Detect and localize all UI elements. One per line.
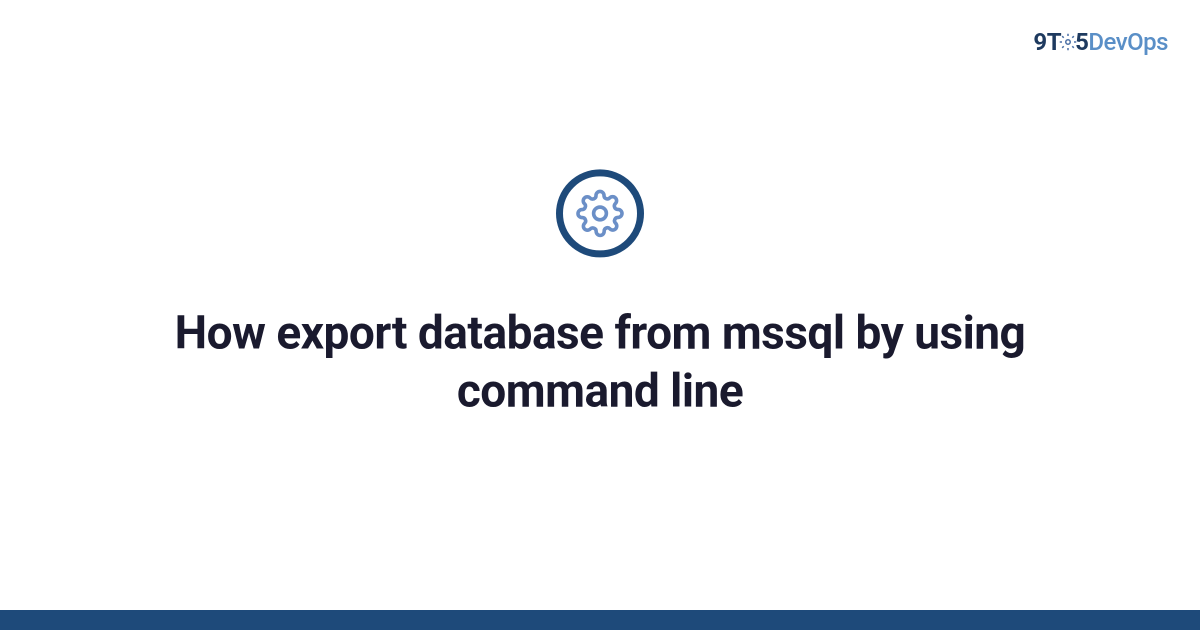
main-content: How export database from mssql by using … [0,169,1200,420]
logo-prefix: 9T [1033,28,1061,56]
gear-icon [576,189,624,237]
page-title: How export database from mssql by using … [150,305,1050,420]
site-logo: 9T 5DevOps [1033,28,1168,56]
logo-middle: 5 [1075,28,1088,56]
bottom-accent-bar [0,610,1200,630]
logo-suffix-ops: Ops [1127,28,1168,56]
logo-suffix-dev: Dev [1088,28,1127,56]
gear-icon-circle [556,169,644,257]
